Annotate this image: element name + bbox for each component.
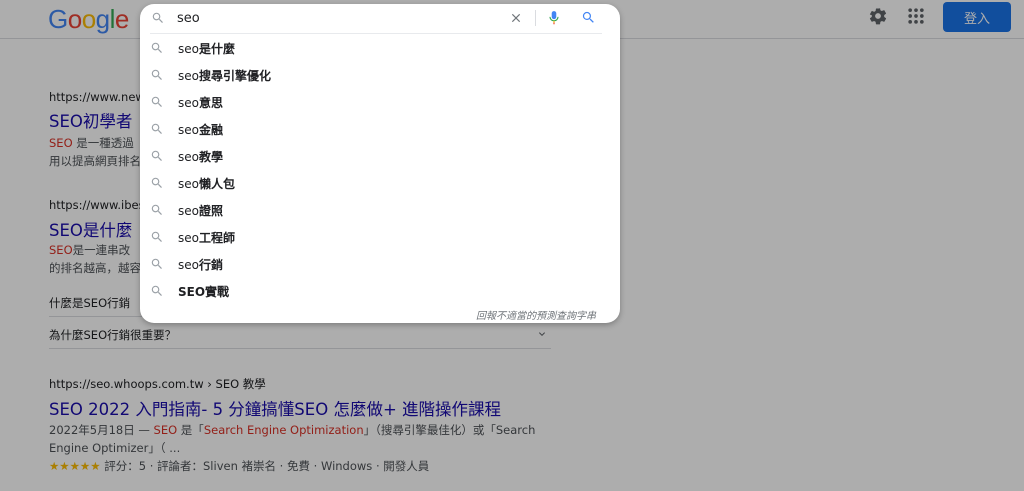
suggestion-prefix: seo (178, 258, 199, 272)
suggestion-suffix: 證照 (198, 204, 223, 218)
search-icon (151, 285, 162, 296)
suggestion-item[interactable]: seo教學 (140, 143, 620, 170)
search-submit-icon[interactable] (581, 10, 596, 25)
search-icon (152, 12, 163, 23)
suggestion-label: seo懶人包 (178, 175, 235, 192)
suggestion-prefix: seo (178, 69, 199, 83)
suggestion-prefix: seo (178, 231, 199, 245)
suggestion-item[interactable]: seo是什麼 (140, 35, 620, 62)
suggestion-item[interactable]: seo搜尋引擎優化 (140, 62, 620, 89)
suggestion-label: seo是什麼 (178, 40, 235, 57)
search-icon (151, 258, 162, 269)
search-icon (151, 231, 162, 242)
suggestion-label: seo行銷 (178, 256, 223, 273)
search-input[interactable] (177, 9, 497, 27)
suggestion-label: seo搜尋引擎優化 (178, 67, 271, 84)
suggestion-label: seo金融 (178, 121, 223, 138)
search-icon (151, 204, 162, 215)
suggestion-item[interactable]: seo意思 (140, 89, 620, 116)
suggestion-label: seo教學 (178, 148, 223, 165)
suggestion-suffix: 是什麼 (198, 42, 235, 56)
clear-icon[interactable] (509, 11, 523, 25)
search-icon (151, 42, 162, 53)
suggestion-suffix: 行銷 (198, 258, 223, 272)
suggestion-prefix: seo (178, 123, 199, 137)
search-icon (151, 150, 162, 161)
microphone-icon[interactable] (547, 10, 561, 26)
search-icon (151, 96, 162, 107)
suggestion-label: SEO實戰 (178, 283, 229, 300)
suggestion-suffix: 教學 (198, 150, 223, 164)
suggestion-prefix: seo (178, 177, 199, 191)
suggestion-prefix: seo (178, 150, 199, 164)
suggestion-item[interactable]: SEO實戰 (140, 278, 620, 305)
search-bar (140, 4, 620, 32)
suggestion-prefix: seo (178, 42, 199, 56)
suggestion-suffix: 金融 (198, 123, 223, 137)
suggestion-item[interactable]: seo證照 (140, 197, 620, 224)
suggestion-label: seo工程師 (178, 229, 235, 246)
suggestion-suffix: 搜尋引擎優化 (198, 69, 271, 83)
divider (150, 33, 602, 34)
search-icon (151, 177, 162, 188)
report-predictions-link[interactable]: 回報不適當的預測查詢字串 (476, 307, 596, 322)
suggestion-item[interactable]: seo金融 (140, 116, 620, 143)
suggestion-item[interactable]: seo工程師 (140, 224, 620, 251)
suggestion-label: seo意思 (178, 94, 223, 111)
suggestion-suffix: SEO實戰 (178, 285, 230, 299)
search-autocomplete-box: seo是什麼 seo搜尋引擎優化 seo意思 seo金融 seo教學 seo懶人… (140, 4, 620, 323)
suggestion-prefix: seo (178, 96, 199, 110)
search-icon (151, 69, 162, 80)
suggestion-prefix: seo (178, 204, 199, 218)
suggestion-suffix: 意思 (198, 96, 223, 110)
divider (535, 10, 536, 26)
suggestion-item[interactable]: seo懶人包 (140, 170, 620, 197)
suggestion-suffix: 懶人包 (198, 177, 235, 191)
suggestion-label: seo證照 (178, 202, 223, 219)
search-icon (151, 123, 162, 134)
suggestion-suffix: 工程師 (198, 231, 235, 245)
suggestion-item[interactable]: seo行銷 (140, 251, 620, 278)
